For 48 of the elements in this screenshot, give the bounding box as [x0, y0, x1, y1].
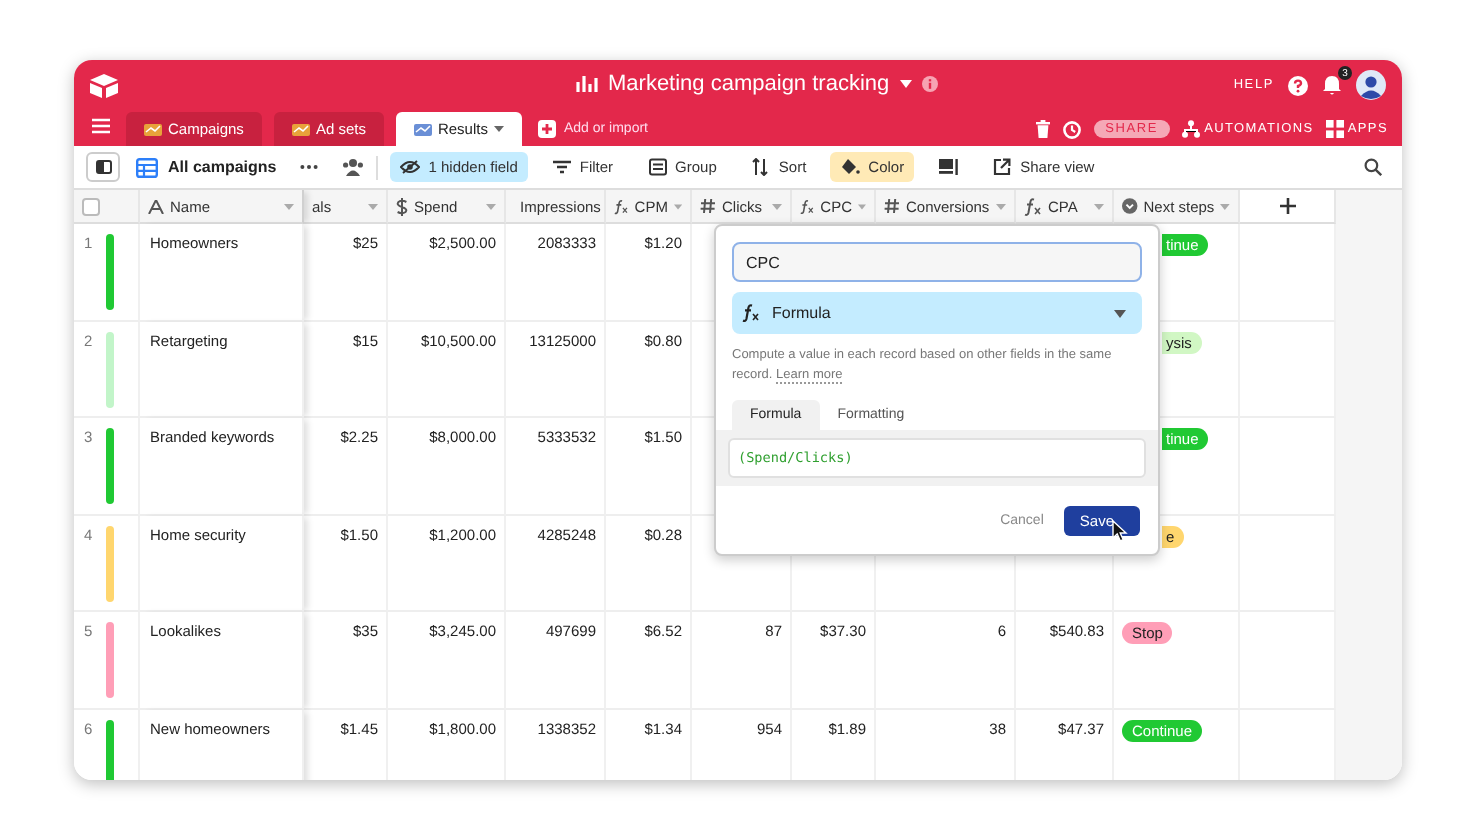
text-field-icon [148, 199, 164, 213]
sort-icon [750, 158, 771, 176]
select-all-checkbox[interactable] [82, 197, 100, 215]
trash-icon[interactable] [1035, 120, 1050, 138]
add-field-button[interactable] [1240, 190, 1336, 224]
field-type-dropdown[interactable]: Formula [732, 292, 1142, 334]
filter-icon [551, 158, 572, 176]
caret-icon [1114, 309, 1126, 317]
caret-icon[interactable] [899, 80, 912, 88]
dollar-icon [396, 197, 408, 215]
view-switcher[interactable]: All campaigns [136, 157, 277, 177]
bell-icon[interactable] [1322, 74, 1342, 96]
hash-icon [700, 198, 716, 214]
caret-icon[interactable] [493, 126, 504, 132]
paint-bucket-icon [840, 158, 861, 176]
plus-icon [1279, 198, 1295, 214]
formula-icon [1024, 197, 1042, 215]
avatar[interactable] [1356, 70, 1386, 100]
row-height-icon [938, 158, 959, 176]
bar-chart-icon [576, 74, 598, 94]
flow-icon [1182, 120, 1201, 138]
eye-icon [400, 158, 421, 176]
menu-icon[interactable] [92, 118, 110, 134]
group-icon [647, 158, 668, 176]
formula-icon [742, 304, 760, 322]
grid-icon [1325, 120, 1344, 138]
sidebar-toggle-button[interactable] [86, 152, 120, 182]
people-icon[interactable] [342, 158, 365, 176]
search-icon[interactable] [1364, 158, 1382, 176]
mouse-pointer-icon [1112, 520, 1128, 542]
hash-icon [884, 198, 900, 214]
field-name-input[interactable]: CPC [732, 242, 1142, 282]
chart-icon [291, 122, 310, 136]
formula-icon [614, 197, 629, 215]
chart-icon [413, 122, 432, 136]
history-icon[interactable] [1061, 119, 1082, 139]
plus-icon [537, 120, 556, 138]
help-icon[interactable] [1288, 75, 1308, 95]
base-title[interactable]: Marketing campaign tracking [608, 72, 890, 96]
more-icon[interactable] [300, 164, 319, 170]
share-icon [992, 158, 1013, 176]
chart-icon [144, 122, 162, 136]
formula-icon [800, 197, 815, 215]
dropdown-icon [1122, 198, 1138, 214]
sidebar-icon [95, 160, 111, 174]
info-icon[interactable] [921, 76, 938, 92]
grid-view-icon [136, 157, 158, 177]
logo-icon[interactable] [90, 73, 118, 97]
